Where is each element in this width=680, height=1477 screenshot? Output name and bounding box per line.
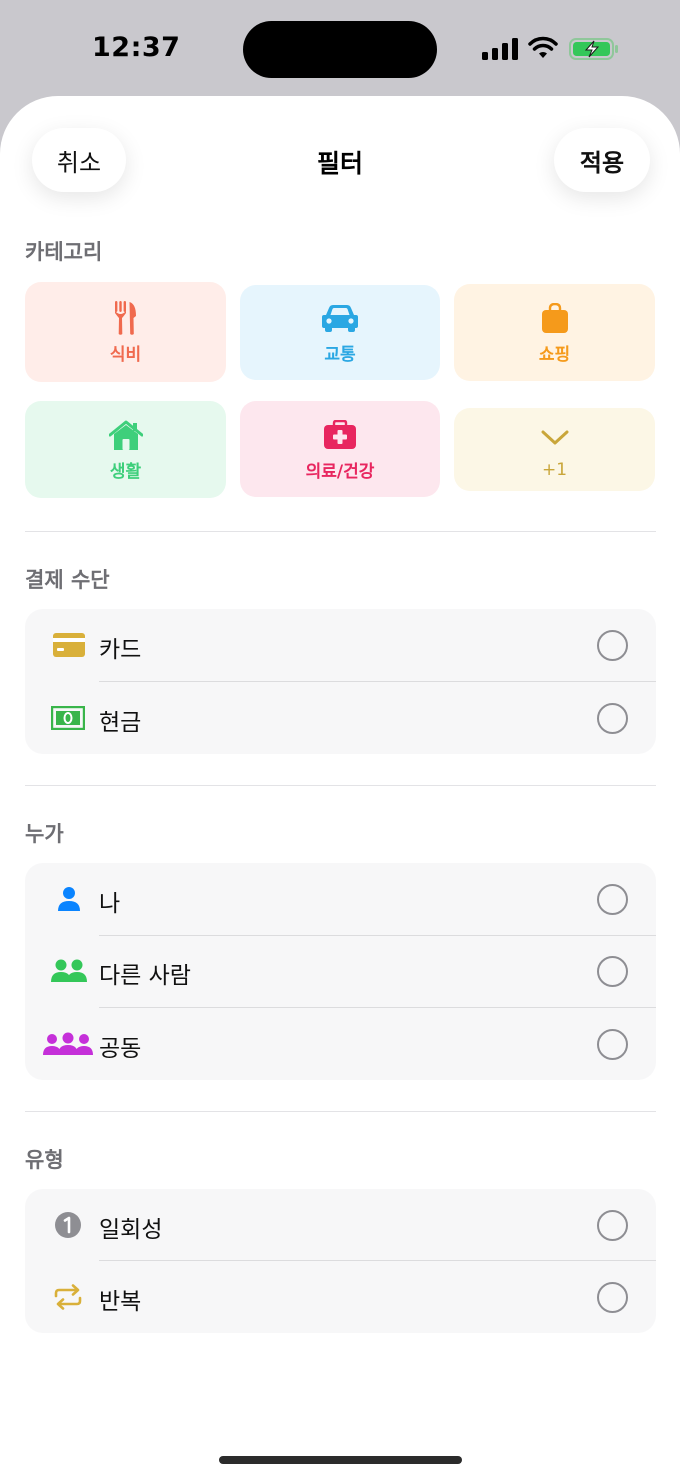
battery-charging-icon [569, 38, 618, 60]
filter-sheet: 취소 필터 적용 카테고리 식비 교통 쇼핑 생활 의료/건강 +1 결제 수단… [0, 96, 680, 1477]
type-row-recurring[interactable]: 반복 [25, 1261, 656, 1333]
payment-label: 카드 [99, 637, 142, 663]
home-indicator [219, 1456, 462, 1464]
wifi-icon [528, 36, 558, 58]
category-label: 의료/건강 [305, 461, 375, 482]
category-tile-medical[interactable]: 의료/건강 [240, 401, 440, 497]
category-label: 생활 [109, 462, 142, 482]
radio-button[interactable] [597, 1210, 628, 1241]
status-time: 12:37 [92, 32, 181, 63]
status-bar: 12:37 [0, 0, 680, 96]
category-tile-shopping[interactable]: 쇼핑 [454, 284, 655, 381]
category-tile-transport[interactable]: 교통 [240, 285, 440, 380]
number-one-icon [50, 1209, 86, 1241]
who-label: 공동 [99, 1036, 142, 1062]
repeat-icon [50, 1281, 86, 1313]
category-tile-living[interactable]: 생활 [25, 401, 226, 498]
section-divider [25, 785, 656, 786]
dynamic-island [243, 21, 437, 78]
section-label-who: 누가 [25, 822, 64, 846]
car-icon [322, 300, 358, 336]
who-label: 나 [99, 891, 121, 917]
payment-row-cash[interactable]: 현금 [25, 682, 656, 754]
section-divider [25, 531, 656, 532]
medical-kit-icon [322, 417, 358, 453]
more-count-label: +1 [541, 459, 568, 480]
category-tile-more[interactable]: +1 [454, 408, 655, 491]
category-label: 식비 [109, 344, 142, 365]
shopping-bag-icon [537, 300, 573, 336]
radio-button[interactable] [597, 1282, 628, 1313]
who-label: 다른 사람 [99, 963, 191, 989]
group-icon [43, 1028, 93, 1060]
category-label: 쇼핑 [538, 345, 571, 365]
fork-knife-icon [108, 300, 144, 336]
banknote-icon [50, 702, 86, 734]
category-label: 교통 [324, 345, 356, 365]
category-tile-food[interactable]: 식비 [25, 282, 226, 382]
type-label: 반복 [99, 1289, 142, 1315]
radio-button[interactable] [597, 703, 628, 734]
who-row-shared[interactable]: 공동 [25, 1008, 656, 1080]
type-group: 일회성 반복 [25, 1189, 656, 1333]
person-icon [51, 883, 87, 915]
payment-label: 현금 [99, 710, 142, 736]
apply-button[interactable]: 적용 [554, 128, 650, 192]
who-group: 나 다른 사람 공동 [25, 863, 656, 1080]
radio-button[interactable] [597, 630, 628, 661]
section-label-type: 유형 [25, 1148, 64, 1172]
type-label: 일회성 [99, 1217, 163, 1243]
who-row-me[interactable]: 나 [25, 863, 656, 935]
who-row-others[interactable]: 다른 사람 [25, 935, 656, 1007]
section-label-payment: 결제 수단 [25, 568, 110, 592]
payment-method-group: 카드 현금 [25, 609, 656, 754]
radio-button[interactable] [597, 884, 628, 915]
section-label-category: 카테고리 [25, 240, 103, 264]
payment-row-card[interactable]: 카드 [25, 609, 656, 681]
two-people-icon [49, 955, 89, 987]
section-divider [25, 1111, 656, 1112]
radio-button[interactable] [597, 1029, 628, 1060]
credit-card-icon [51, 629, 87, 661]
radio-button[interactable] [597, 956, 628, 987]
cellular-signal-icon [482, 38, 518, 60]
type-row-one-time[interactable]: 일회성 [25, 1189, 656, 1261]
chevron-down-icon [537, 420, 573, 456]
house-icon [108, 417, 144, 453]
